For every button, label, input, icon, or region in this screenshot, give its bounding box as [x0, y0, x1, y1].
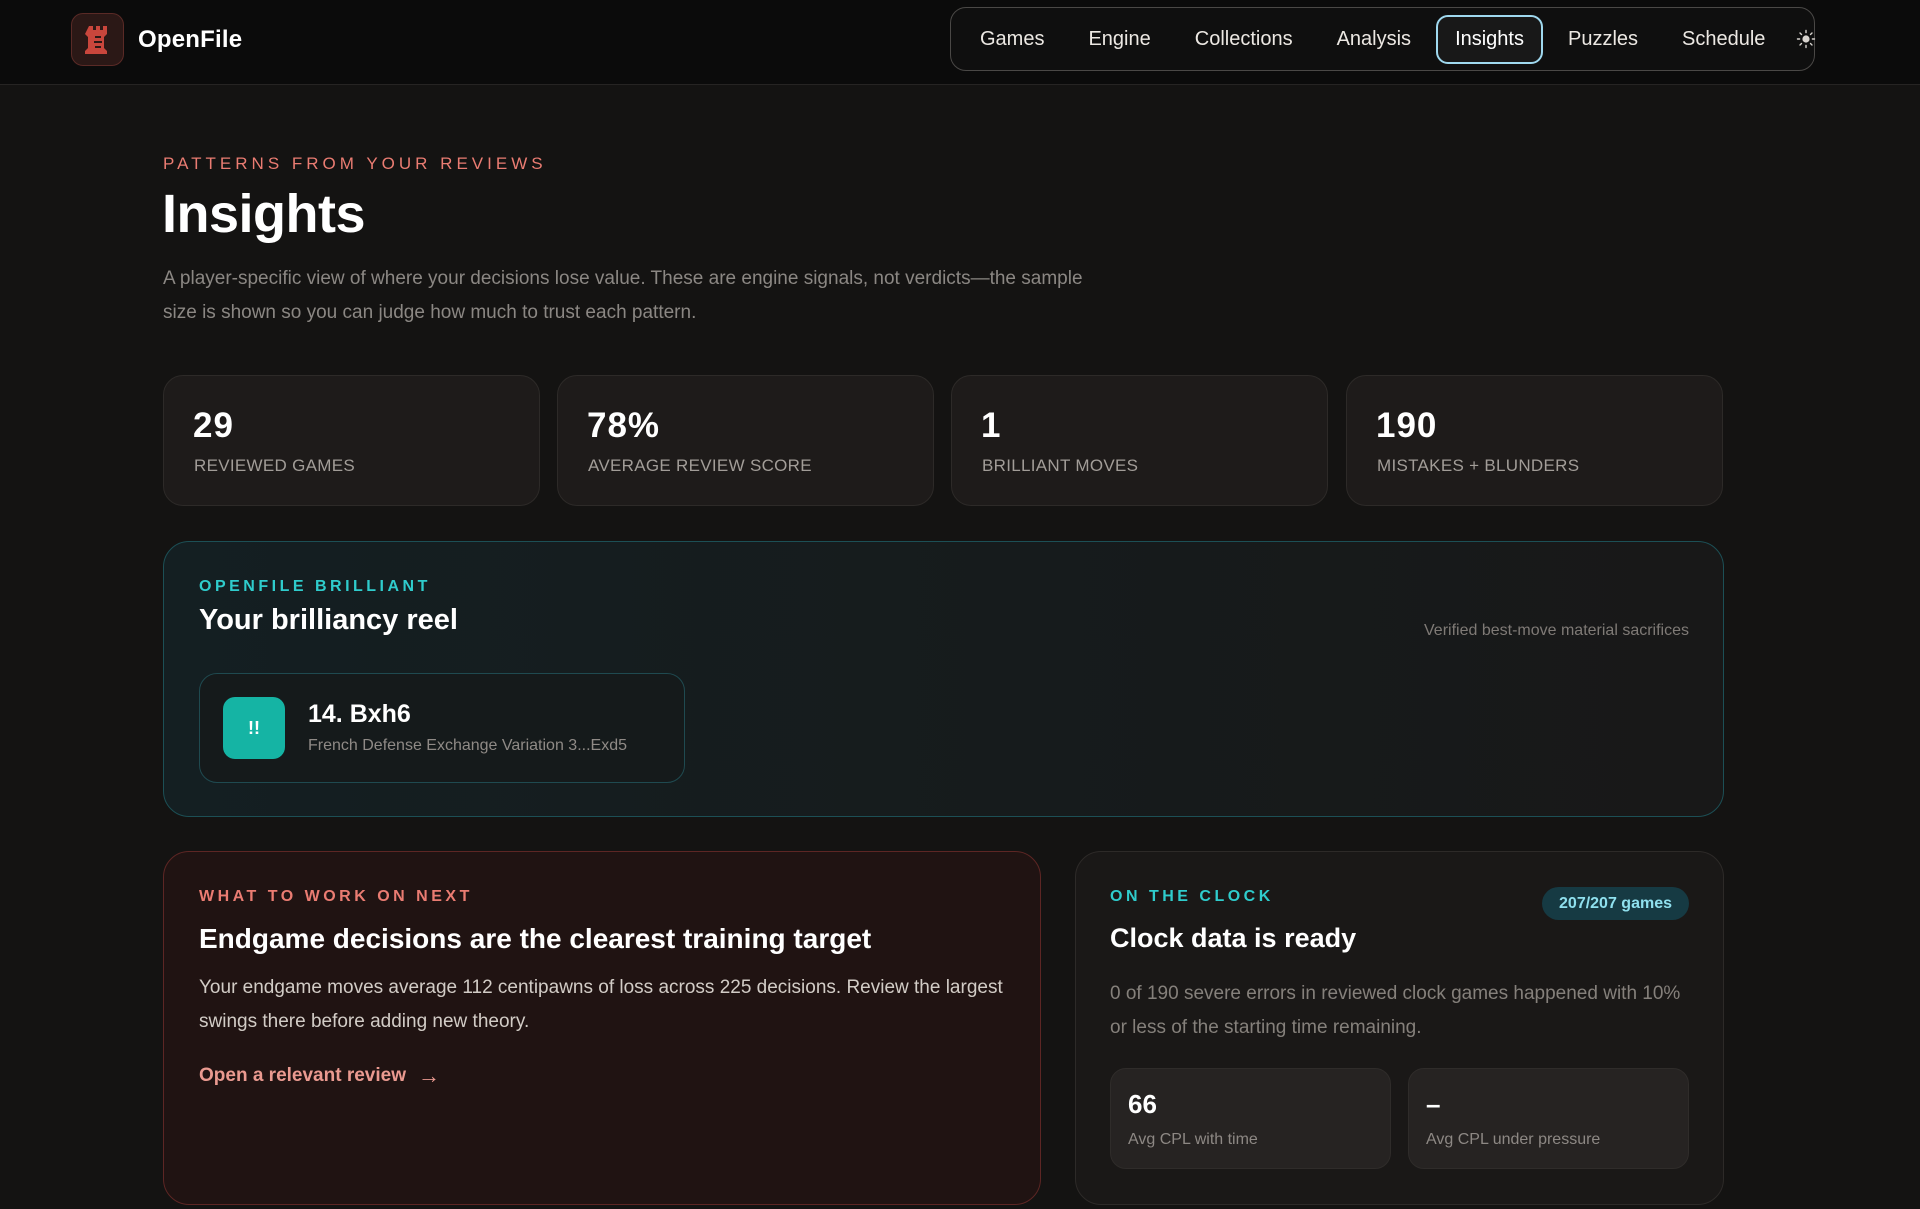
work-title: Endgame decisions are the clearest train…	[199, 923, 872, 954]
stat-label: Average review score	[588, 456, 812, 475]
brand[interactable]: OpenFile	[71, 13, 242, 66]
stat-label: Reviewed games	[194, 456, 356, 475]
nav-analysis[interactable]: Analysis	[1318, 15, 1430, 64]
sun-icon	[1797, 29, 1816, 49]
arrow-right-icon: →	[418, 1063, 440, 1088]
theme-toggle-button[interactable]	[1796, 19, 1816, 59]
work-eyebrow: What to work on next	[199, 888, 473, 905]
stat-value: 1	[981, 406, 1002, 445]
open-review-link[interactable]: Open a relevant review →	[199, 1063, 440, 1089]
metric-card-cpl-under-pressure: – Avg CPL under pressure	[1408, 1068, 1689, 1169]
clock-eyebrow: On the clock	[1110, 888, 1274, 905]
brilliancy-reel-panel: OpenFile Brilliant Your brilliancy reel …	[163, 541, 1724, 817]
stat-value: 78%	[587, 406, 661, 445]
top-bar: OpenFile Games Engine Collections Analys…	[0, 0, 1920, 85]
metric-label: Avg CPL under pressure	[1426, 1131, 1601, 1148]
brilliancy-title: Your brilliancy reel	[199, 604, 458, 636]
open-review-link-label: Open a relevant review	[199, 1065, 406, 1086]
clock-title: Clock data is ready	[1110, 923, 1357, 953]
stat-value: 190	[1376, 406, 1438, 445]
hero-eyebrow: Patterns from your reviews	[163, 154, 547, 173]
page-subtitle: A player-specific view of where your dec…	[163, 268, 1083, 323]
brilliant-badge: !!	[223, 697, 285, 759]
brilliancy-note: Verified best-move material sacrifices	[1424, 622, 1689, 639]
work-on-next-panel: What to work on next Endgame decisions a…	[163, 851, 1041, 1205]
stat-card-reviewed-games: 29 Reviewed games	[163, 375, 540, 506]
stat-card-average-score: 78% Average review score	[557, 375, 934, 506]
page-title: Insights	[162, 184, 366, 244]
clock-games-badge: 207/207 games	[1542, 887, 1689, 920]
stat-card-mistakes-blunders: 190 Mistakes + blunders	[1346, 375, 1723, 506]
stat-card-brilliant-moves: 1 Brilliant moves	[951, 375, 1328, 506]
stat-value: 29	[193, 406, 234, 445]
metric-card-cpl-with-time: 66 Avg CPL with time	[1110, 1068, 1391, 1169]
chess-rook-icon	[71, 13, 124, 66]
nav-games[interactable]: Games	[961, 15, 1063, 64]
metric-value: –	[1426, 1089, 1441, 1119]
move-description: French Defense Exchange Variation 3...Ex…	[308, 737, 627, 754]
nav-collections[interactable]: Collections	[1176, 15, 1312, 64]
stat-label: Mistakes + blunders	[1377, 456, 1580, 475]
clock-panel: On the clock 207/207 games Clock data is…	[1075, 851, 1724, 1205]
stat-label: Brilliant moves	[982, 456, 1139, 475]
nav-insights[interactable]: Insights	[1436, 14, 1543, 64]
nav-puzzles[interactable]: Puzzles	[1549, 15, 1657, 64]
move-notation: 14. Bxh6	[308, 700, 411, 728]
nav-engine[interactable]: Engine	[1069, 15, 1169, 64]
brilliancy-eyebrow: OpenFile Brilliant	[199, 578, 431, 595]
brilliant-move-card[interactable]: !! 14. Bxh6 French Defense Exchange Vari…	[199, 673, 685, 783]
main-nav: Games Engine Collections Analysis Insigh…	[950, 7, 1816, 71]
metric-label: Avg CPL with time	[1128, 1131, 1258, 1148]
brand-name: OpenFile	[138, 25, 243, 53]
work-body: Your endgame moves average 112 centipawn…	[199, 977, 1003, 1032]
clock-body: 0 of 190 severe errors in reviewed clock…	[1110, 983, 1681, 1038]
nav-schedule[interactable]: Schedule	[1663, 15, 1784, 64]
metric-value: 66	[1128, 1089, 1157, 1119]
